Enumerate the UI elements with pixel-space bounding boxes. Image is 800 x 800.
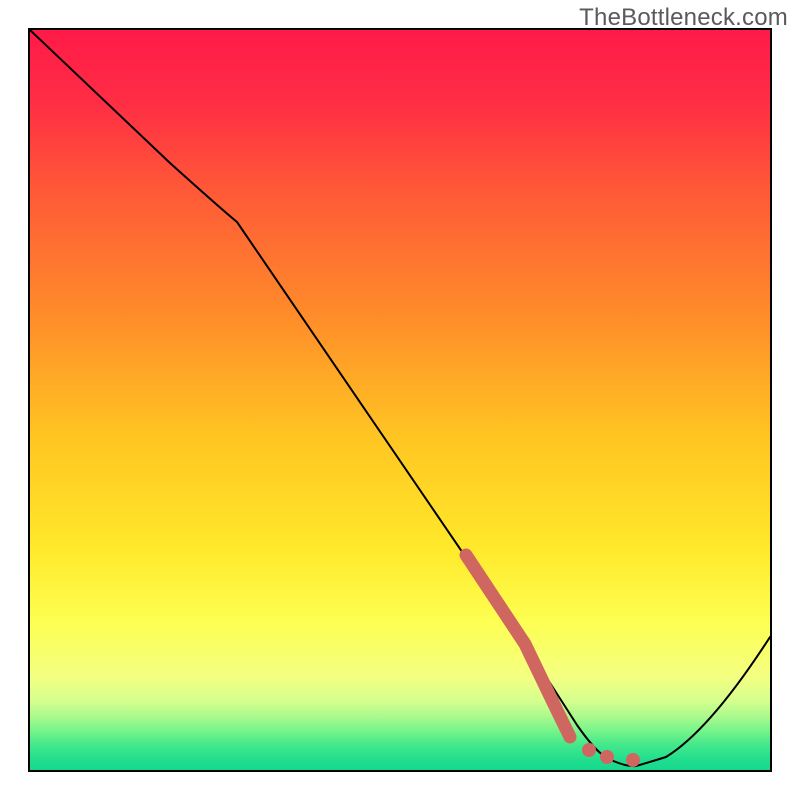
plot-svg <box>30 30 770 770</box>
highlight-dot-3 <box>626 753 640 767</box>
highlight-dot-2 <box>600 750 614 764</box>
chart-stage: TheBottleneck.com <box>0 0 800 800</box>
highlight-dot-1 <box>582 743 596 757</box>
watermark-text: TheBottleneck.com <box>579 4 788 32</box>
plot-frame <box>28 28 772 772</box>
gradient-background <box>30 30 770 770</box>
